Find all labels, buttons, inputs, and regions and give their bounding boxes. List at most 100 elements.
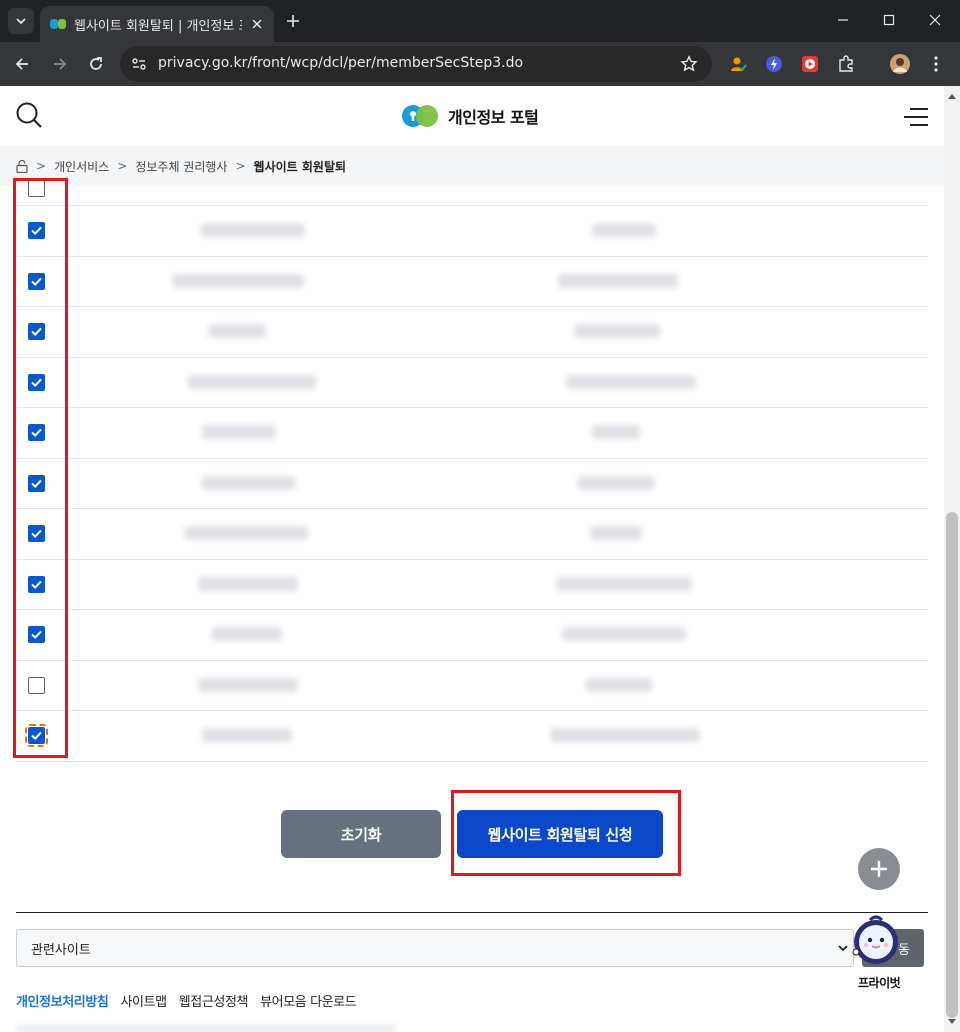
table-row — [16, 307, 928, 358]
row-checkbox[interactable] — [28, 222, 45, 239]
close-window-icon[interactable] — [922, 8, 948, 32]
table-row — [16, 711, 928, 762]
table-row — [16, 256, 928, 307]
tab-title: 웹사이트 회원탈퇴 | 개인정보 포 — [74, 18, 242, 34]
scroll-up-arrow-icon[interactable] — [944, 88, 960, 104]
hamburger-menu-icon[interactable] — [904, 106, 928, 128]
maximize-window-icon[interactable] — [876, 8, 902, 32]
row-checkbox[interactable] — [28, 575, 45, 593]
row-checkbox[interactable] — [28, 626, 45, 643]
table-row-partial — [16, 180, 928, 206]
row-checkbox[interactable] — [28, 373, 45, 391]
profile-avatar[interactable] — [890, 54, 910, 74]
footer-links: 개인정보처리방침 사이트맵 웹접근성정책 뷰어모음 다운로드 — [16, 991, 368, 1010]
redacted-site-name — [184, 526, 308, 540]
checkmark-icon — [31, 630, 42, 640]
row-checkbox[interactable] — [28, 676, 45, 694]
logo-mark-icon — [402, 105, 438, 127]
table-row — [16, 559, 928, 610]
footer-link-accessibility[interactable]: 웹접근성정책 — [179, 991, 249, 1010]
row-checkbox[interactable] — [28, 180, 45, 197]
reload-icon[interactable] — [82, 50, 110, 78]
table-row — [16, 509, 928, 560]
extensions-puzzle-icon[interactable] — [836, 54, 856, 74]
logo-text: 개인정보 포털 — [448, 108, 539, 127]
breadcrumb-separator: > — [235, 159, 246, 173]
redacted-site-name — [202, 425, 276, 439]
tab-search-button[interactable] — [8, 8, 34, 34]
table-row — [16, 408, 928, 459]
website-list — [16, 180, 928, 762]
withdraw-submit-button[interactable]: 웹사이트 회원탈퇴 신청 — [457, 810, 663, 858]
browser-tab-active[interactable]: 웹사이트 회원탈퇴 | 개인정보 포 — [40, 6, 274, 42]
footer-link-privacy-policy[interactable]: 개인정보처리방침 — [16, 991, 109, 1010]
site-favicon-icon — [50, 19, 66, 29]
browser-tabstrip: 웹사이트 회원탈퇴 | 개인정보 포 — [0, 0, 960, 42]
browser-menu-icon[interactable] — [926, 54, 946, 74]
footer-text-cutoff — [16, 1024, 396, 1032]
checkmark-icon — [31, 731, 42, 741]
breadcrumb-separator: > — [117, 159, 128, 173]
footer-link-sitemap[interactable]: 사이트맵 — [120, 991, 167, 1010]
redacted-site-id — [586, 677, 652, 692]
extension-profile-icon[interactable] — [728, 54, 748, 74]
row-checkbox[interactable] — [28, 272, 45, 290]
footer-link-viewer-download[interactable]: 뷰어모음 다운로드 — [260, 991, 357, 1010]
home-lock-icon[interactable] — [16, 159, 28, 173]
table-row — [16, 660, 928, 711]
new-tab-icon[interactable] — [282, 10, 304, 32]
scroll-down-arrow-icon[interactable] — [944, 1014, 960, 1030]
chatbot-mascot-icon[interactable] — [852, 912, 904, 970]
table-row — [16, 357, 928, 408]
plus-icon[interactable] — [858, 848, 900, 890]
chevron-down-icon — [16, 18, 26, 25]
reset-button[interactable]: 초기화 — [281, 810, 441, 858]
row-checkbox[interactable] — [25, 724, 48, 747]
related-sites-select[interactable]: 관련사이트 — [16, 929, 854, 967]
redacted-site-name — [208, 324, 266, 338]
address-bar[interactable]: privacy.go.kr/front/wcp/dcl/per/memberSe… — [120, 46, 712, 82]
checkmark-icon — [31, 529, 42, 539]
extension-bolt-icon[interactable] — [764, 54, 784, 74]
bookmark-star-icon[interactable] — [680, 55, 698, 73]
search-icon[interactable] — [14, 100, 44, 130]
redacted-site-name — [188, 374, 316, 389]
redacted-site-id — [592, 223, 656, 237]
site-header: 개인정보 포털 — [0, 86, 944, 146]
site-info-icon[interactable] — [130, 55, 148, 73]
scrollbar-thumb[interactable] — [946, 512, 958, 1018]
breadcrumb: > 개인서비스 > 정보주체 권리행사 > 웹사이트 회원탈퇴 — [0, 146, 944, 186]
redacted-site-name — [202, 728, 292, 742]
checkmark-icon — [31, 277, 42, 286]
redacted-site-id — [578, 475, 654, 490]
breadcrumb-item[interactable]: 정보주체 권리행사 — [135, 158, 227, 175]
checkmark-icon — [31, 580, 42, 589]
redacted-site-name — [198, 677, 298, 692]
chatbot-label: 프라이벗 — [858, 976, 901, 990]
close-tab-icon[interactable] — [248, 15, 266, 33]
redacted-site-name — [212, 627, 282, 641]
browser-toolbar: privacy.go.kr/front/wcp/dcl/per/memberSe… — [0, 42, 960, 86]
checkmark-icon — [31, 226, 42, 236]
redacted-site-id — [566, 374, 696, 389]
extension-video-icon[interactable] — [800, 54, 820, 74]
redacted-site-id — [592, 425, 640, 439]
back-arrow-icon[interactable] — [8, 50, 36, 78]
breadcrumb-current: 웹사이트 회원탈퇴 — [253, 159, 347, 174]
table-row — [16, 458, 928, 509]
redacted-site-name — [172, 273, 304, 288]
row-checkbox[interactable] — [28, 474, 45, 492]
page-viewport: 개인정보 포털 > 개인서비스 > 정보주체 권리행사 > 웹사이트 회원탈퇴 … — [0, 86, 944, 1032]
row-checkbox[interactable] — [28, 525, 45, 542]
redacted-site-id — [550, 728, 700, 742]
row-checkbox[interactable] — [28, 323, 45, 340]
redacted-site-id — [590, 526, 642, 540]
table-row — [16, 610, 928, 661]
breadcrumb-item[interactable]: 개인서비스 — [54, 158, 109, 175]
minimize-window-icon[interactable] — [830, 8, 856, 32]
redacted-site-id — [574, 324, 660, 338]
row-checkbox[interactable] — [28, 424, 45, 441]
related-sites-value: 관련사이트 — [31, 942, 91, 958]
forward-arrow-icon[interactable] — [46, 50, 74, 78]
site-logo[interactable]: 개인정보 포털 — [400, 102, 539, 130]
